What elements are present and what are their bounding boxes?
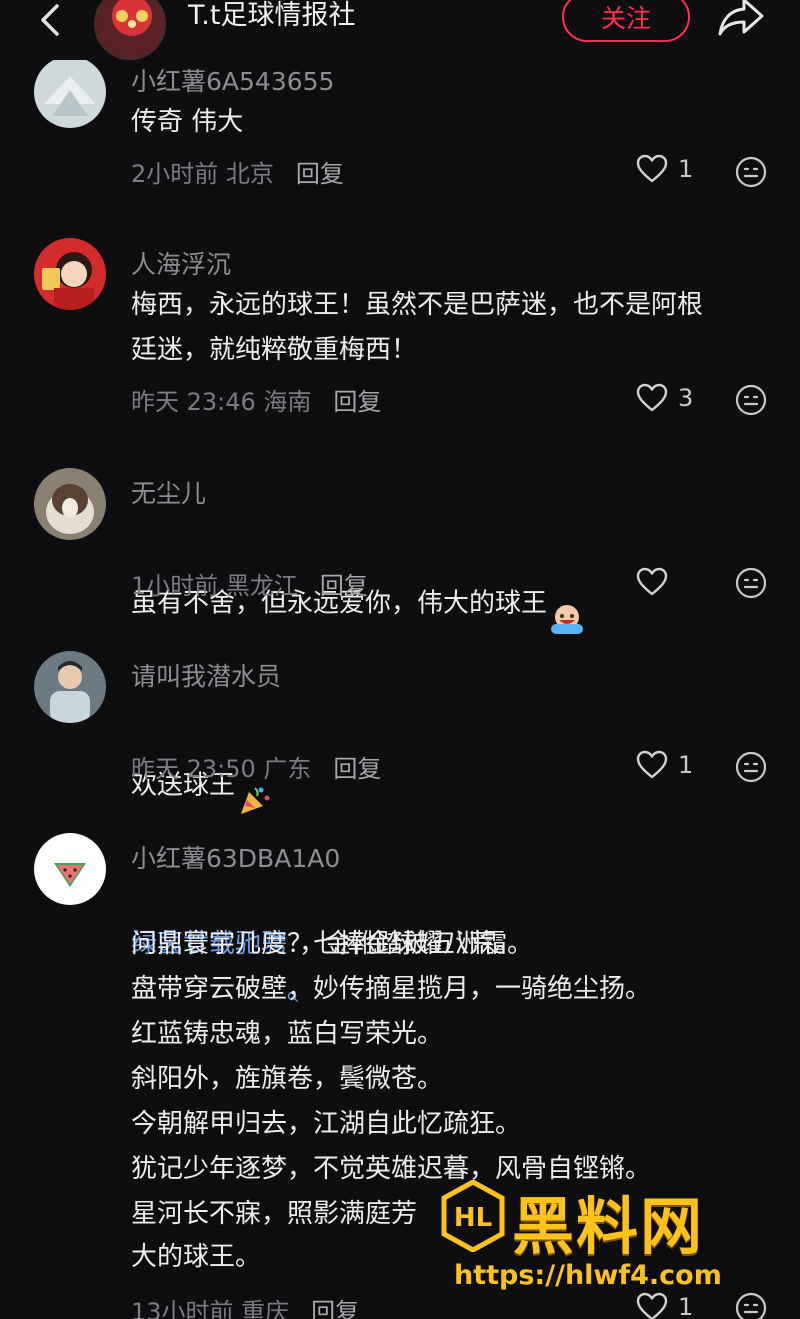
emoji-reaction-button[interactable] [735, 384, 767, 416]
emoji-reaction-button[interactable] [735, 751, 767, 783]
account-name[interactable]: T.t足球情报社 [188, 0, 355, 36]
smiley-icon [735, 1292, 767, 1319]
heart-icon [636, 154, 668, 183]
avatar-image [34, 238, 106, 310]
watermelon-avatar-icon [34, 833, 106, 905]
commenter-avatar[interactable] [34, 833, 106, 905]
account-avatar[interactable] [94, 0, 166, 60]
like-count: 1 [678, 155, 694, 183]
like-button[interactable]: 3 [636, 383, 693, 413]
comment-time-location: 1小时前 黑龙江 [131, 572, 298, 600]
comment-meta: 昨天 23:50 广东 回复 [131, 749, 381, 784]
heart-icon [636, 567, 668, 596]
comment-text: 传奇 伟大 [131, 107, 244, 137]
avatar-image [34, 468, 106, 540]
commenter-name[interactable]: 小红薯6A543655 [131, 62, 334, 98]
share-arrow-icon [718, 0, 764, 36]
commenter-avatar[interactable] [34, 56, 106, 128]
reply-button[interactable]: 回复 [296, 160, 344, 188]
emoji-reaction-button[interactable] [735, 156, 767, 188]
avatar-image [34, 651, 106, 723]
account-avatar-image [96, 0, 164, 58]
comment-meta: 2小时前 北京 回复 [131, 154, 344, 189]
back-button[interactable] [28, 0, 72, 44]
crying-emoji-icon [549, 557, 585, 651]
emoji-reaction-button[interactable] [735, 1292, 767, 1319]
watermark-logo-icon: HL [440, 1179, 506, 1253]
commenter-name[interactable]: 无尘儿 [131, 474, 206, 510]
comment-time-location: 2小时前 北京 [131, 160, 274, 188]
comment-meta: 昨天 23:46 海南 回复 [131, 382, 381, 417]
commenter-name[interactable]: 请叫我潜水员 [131, 657, 281, 693]
comment-time-location: 昨天 23:46 海南 [131, 388, 312, 416]
share-button[interactable] [716, 0, 766, 40]
commenter-avatar[interactable] [34, 651, 106, 723]
comment-meta: 13小时前 重庆 回复 [131, 1292, 359, 1319]
like-button[interactable] [636, 567, 678, 597]
reply-button[interactable]: 回复 [333, 755, 381, 783]
commenter-avatar[interactable] [34, 468, 106, 540]
chevron-left-icon [41, 4, 59, 36]
like-button[interactable]: 1 [636, 1292, 693, 1319]
heart-icon [636, 383, 668, 412]
comment-text: 梅西，永远的球王！虽然不是巴萨迷，也不是阿根 廷迷，就纯粹敬重梅西！ [131, 290, 704, 365]
like-count: 1 [678, 751, 694, 779]
comment-time-location: 13小时前 重庆 [131, 1298, 290, 1319]
svg-text:HL: HL [454, 1203, 492, 1233]
like-count: 1 [678, 1293, 694, 1319]
comment-time-location: 昨天 23:50 广东 [131, 755, 312, 783]
watermark-title: 黑料网 [512, 1190, 705, 1263]
smiley-icon [735, 384, 767, 416]
watermark-url: https://hlwf4.com [454, 1260, 722, 1291]
commenter-name[interactable]: 小红薯63DBA1A0 [131, 839, 340, 875]
heart-icon [636, 750, 668, 779]
reply-button[interactable]: 回复 [320, 572, 368, 600]
comment-meta: 1小时前 黑龙江 回复 [131, 566, 368, 601]
reply-button[interactable]: 回复 [333, 388, 381, 416]
emoji-reaction-button[interactable] [735, 567, 767, 599]
follow-button[interactable]: 关注 [562, 0, 690, 42]
like-button[interactable]: 1 [636, 154, 693, 184]
avatar-image [34, 56, 106, 128]
smiley-icon [735, 751, 767, 783]
reply-button[interactable]: 回复 [311, 1298, 359, 1319]
smiley-icon [735, 567, 767, 599]
heart-icon [636, 1292, 668, 1319]
watermark-overlay: HL 黑料网 https://hlwf4.com [440, 1176, 780, 1296]
like-button[interactable]: 1 [636, 750, 693, 780]
top-bar: T.t足球情报社 关注 [0, 0, 800, 60]
commenter-avatar[interactable] [34, 238, 106, 310]
commenter-name[interactable]: 人海浮沉 [131, 245, 231, 281]
like-count: 3 [678, 384, 694, 412]
smiley-icon [735, 156, 767, 188]
